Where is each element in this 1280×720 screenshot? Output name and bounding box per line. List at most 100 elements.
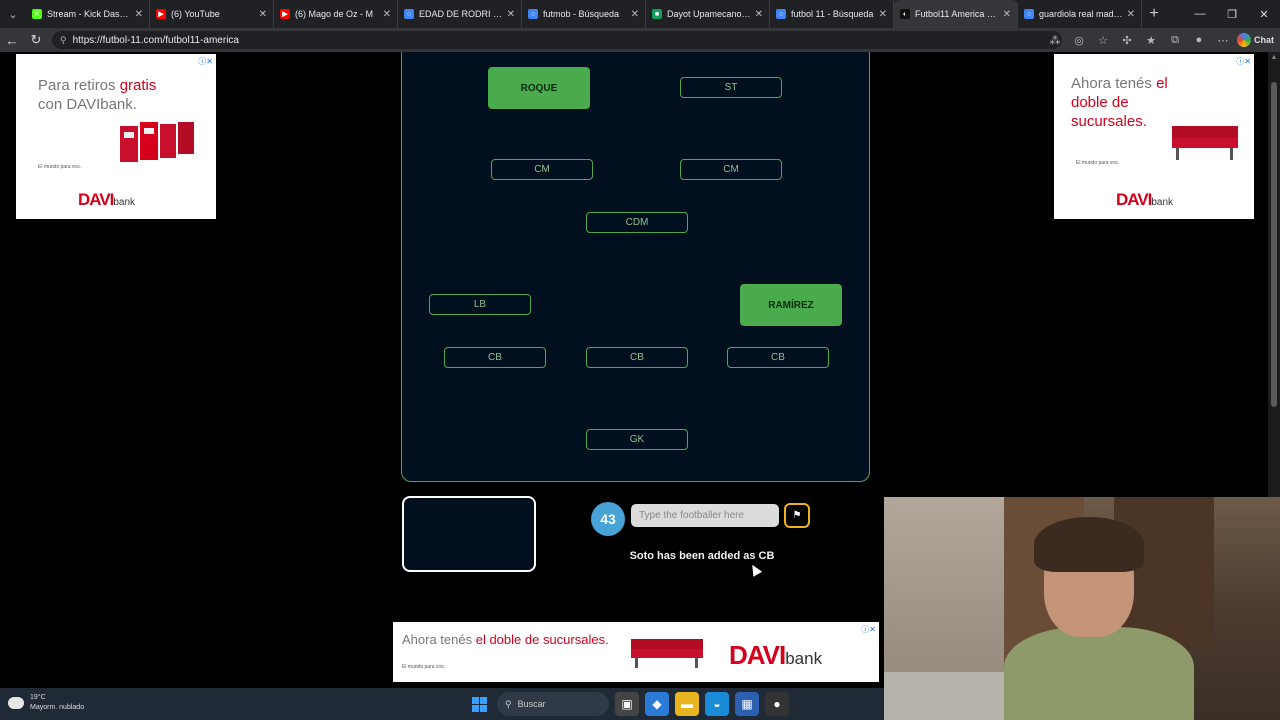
position-cb-center[interactable]: CB (586, 347, 688, 368)
tab-close-icon[interactable]: ✕ (383, 9, 391, 20)
position-roque[interactable]: ROQUE (488, 67, 590, 109)
davibank-logo: DAVIbank (1116, 190, 1173, 210)
ad-left[interactable]: ⓘ✕ Para retiros gratis con DAVIbank. El … (16, 54, 216, 219)
taskbar-search[interactable]: ⚲ Buscar (497, 692, 609, 716)
brand-suffix: bank (1151, 197, 1174, 208)
tab-favicon-icon: ▶ (280, 9, 290, 19)
url-field[interactable]: ⚲ https://futbol-11.com/futbol11-america (52, 31, 1062, 49)
scroll-up-icon[interactable]: ▲ (1268, 54, 1280, 61)
ad-bottom[interactable]: ⓘ✕ Ahora tenés el doble de sucursales. E… (393, 622, 879, 682)
browser-address-bar: ← ↻ ⚲ https://futbol-11.com/futbol11-ame… (0, 28, 1280, 52)
position-cdm[interactable]: CDM (586, 212, 688, 233)
guesses-counter: 43 (591, 502, 625, 536)
windows-taskbar: 19°C Mayorm. nublado ⚲ Buscar ▣ ◆ ▬ ◒ ▦ ● (0, 688, 884, 720)
ad-left-line1: Para retiros (38, 77, 120, 94)
weather-condition: Mayorm. nublado (30, 704, 85, 711)
brand-suffix: bank (113, 197, 136, 208)
browser-tab[interactable]: ○ futmob - Búsqueda ✕ (522, 0, 646, 28)
tab-title: futmob - Búsqueda (543, 9, 620, 19)
give-up-flag-button[interactable]: ⚑ (784, 503, 810, 528)
brand-name: DAVI (78, 190, 114, 209)
tab-search-icon[interactable]: ⌄ (0, 0, 26, 28)
position-cm-right[interactable]: CM (680, 159, 782, 180)
sofa-image (1172, 126, 1238, 160)
ad-left-text: Para retiros gratis con DAVIbank. (38, 76, 156, 114)
flag-icon: ⚑ (792, 510, 802, 521)
position-ramirez[interactable]: RAMÍREZ (740, 284, 842, 326)
ad-right-line1: Ahora tenés (1071, 75, 1157, 92)
edge-browser-icon[interactable]: ◒ (705, 692, 729, 716)
tab-favicon-icon: ○ (776, 9, 786, 19)
temperature: 19°C (30, 694, 46, 701)
position-cb-right[interactable]: CB (727, 347, 829, 368)
read-aloud-icon[interactable]: ◎ (1069, 34, 1089, 47)
sofa-image (631, 639, 703, 668)
cloud-icon (8, 697, 24, 709)
profile-avatar-icon[interactable]: ● (1189, 34, 1209, 46)
search-label: Buscar (517, 699, 546, 709)
davibank-logo: DAVIbank (78, 190, 135, 210)
tab-title: (6) YouTube (171, 9, 220, 19)
tab-close-icon[interactable]: ✕ (135, 9, 143, 20)
tab-close-icon[interactable]: ✕ (507, 9, 515, 20)
tab-close-icon[interactable]: ✕ (259, 9, 267, 20)
ad-bottom-highlight: el doble de sucursales. (475, 632, 609, 647)
back-arrow-icon[interactable]: ← (0, 28, 24, 52)
copilot-icon[interactable]: ◆ (645, 692, 669, 716)
menu-dots-icon[interactable]: ⋯ (1213, 34, 1233, 47)
tab-favicon-icon: ◐ (900, 9, 910, 19)
position-cm-left[interactable]: CM (491, 159, 593, 180)
tab-close-icon[interactable]: ✕ (631, 9, 639, 20)
favorite-star-icon[interactable]: ☆ (1093, 34, 1113, 47)
collections-icon[interactable]: ⧉ (1165, 34, 1185, 47)
brand-name: DAVI (729, 640, 786, 670)
site-info-icon[interactable]: ⚲ (60, 35, 67, 46)
tab-close-icon[interactable]: ✕ (755, 9, 763, 20)
browser-tab[interactable]: ▶ (6) Mago de Oz - M ✕ (274, 0, 398, 28)
ad-info-icon[interactable]: ⓘ✕ (198, 56, 213, 67)
position-st[interactable]: ST (680, 77, 782, 98)
browser-tab[interactable]: K Stream - Kick Dashboard ✕ (26, 0, 150, 28)
tab-title: Dayot Upamecano - est (667, 9, 751, 19)
tab-close-icon[interactable]: ✕ (1127, 9, 1135, 20)
scrollbar-thumb[interactable] (1271, 82, 1277, 407)
translate-icon[interactable]: ⁂ (1045, 34, 1065, 47)
app-icon[interactable]: ● (765, 692, 789, 716)
tab-close-icon[interactable]: ✕ (1003, 9, 1011, 20)
position-gk[interactable]: GK (586, 429, 688, 450)
ad-bottom-line1: Ahora tenés (402, 632, 476, 647)
screen: ⌄ K Stream - Kick Dashboard ✕ ▶ (6) YouTube ✕… (0, 0, 1280, 720)
browser-tab[interactable]: ○ futbol 11 - Búsqueda ✕ (770, 0, 894, 28)
store-icon[interactable]: ▦ (735, 692, 759, 716)
close-window-icon[interactable]: ✕ (1248, 0, 1280, 28)
toolbar-icons: ⁂ ◎ ☆ ✣ ★ ⧉ ● ⋯ Chat (1045, 28, 1274, 52)
browser-tab[interactable]: ○ EDAD DE RODRI - Búsq ✕ (398, 0, 522, 28)
tab-title: Stream - Kick Dashboard (47, 9, 131, 19)
new-tab-button[interactable]: + (1142, 5, 1166, 23)
position-lb[interactable]: LB (429, 294, 531, 315)
browser-tab[interactable]: ○ guardiola real madrid ✕ (1018, 0, 1142, 28)
extensions-icon[interactable]: ✣ (1117, 34, 1137, 47)
minimize-icon[interactable]: — (1184, 0, 1216, 28)
reload-icon[interactable]: ↻ (24, 28, 48, 52)
footballer-search-input[interactable] (631, 504, 779, 527)
browser-tab-bar: ⌄ K Stream - Kick Dashboard ✕ ▶ (6) YouTube ✕… (0, 0, 1280, 28)
position-cb-left[interactable]: CB (444, 347, 546, 368)
file-explorer-icon[interactable]: ▬ (675, 692, 699, 716)
favorites-icon[interactable]: ★ (1141, 34, 1161, 47)
search-icon: ⚲ (505, 698, 512, 709)
maximize-icon[interactable]: ❐ (1216, 0, 1248, 28)
copilot-chat-button[interactable]: Chat (1237, 33, 1274, 47)
browser-tab[interactable]: ▶ (6) YouTube ✕ (150, 0, 274, 28)
ad-right[interactable]: ⓘ✕ Ahora tenés el doble de sucursales. E… (1054, 54, 1254, 219)
weather-widget[interactable]: 19°C Mayorm. nublado (8, 693, 84, 713)
ad-info-icon[interactable]: ⓘ✕ (1236, 56, 1251, 67)
browser-tab[interactable]: ■ Dayot Upamecano - est ✕ (646, 0, 770, 28)
tab-close-icon[interactable]: ✕ (879, 9, 887, 20)
browser-tab[interactable]: ◐ Futbol11 America - Pla ✕ (894, 0, 1018, 28)
chat-label: Chat (1254, 35, 1274, 45)
task-view-icon[interactable]: ▣ (615, 692, 639, 716)
windows-start-icon[interactable] (467, 692, 491, 716)
ad-info-icon[interactable]: ⓘ✕ (861, 624, 876, 635)
ad-left-tagline: El mundo para vos. (38, 164, 82, 170)
